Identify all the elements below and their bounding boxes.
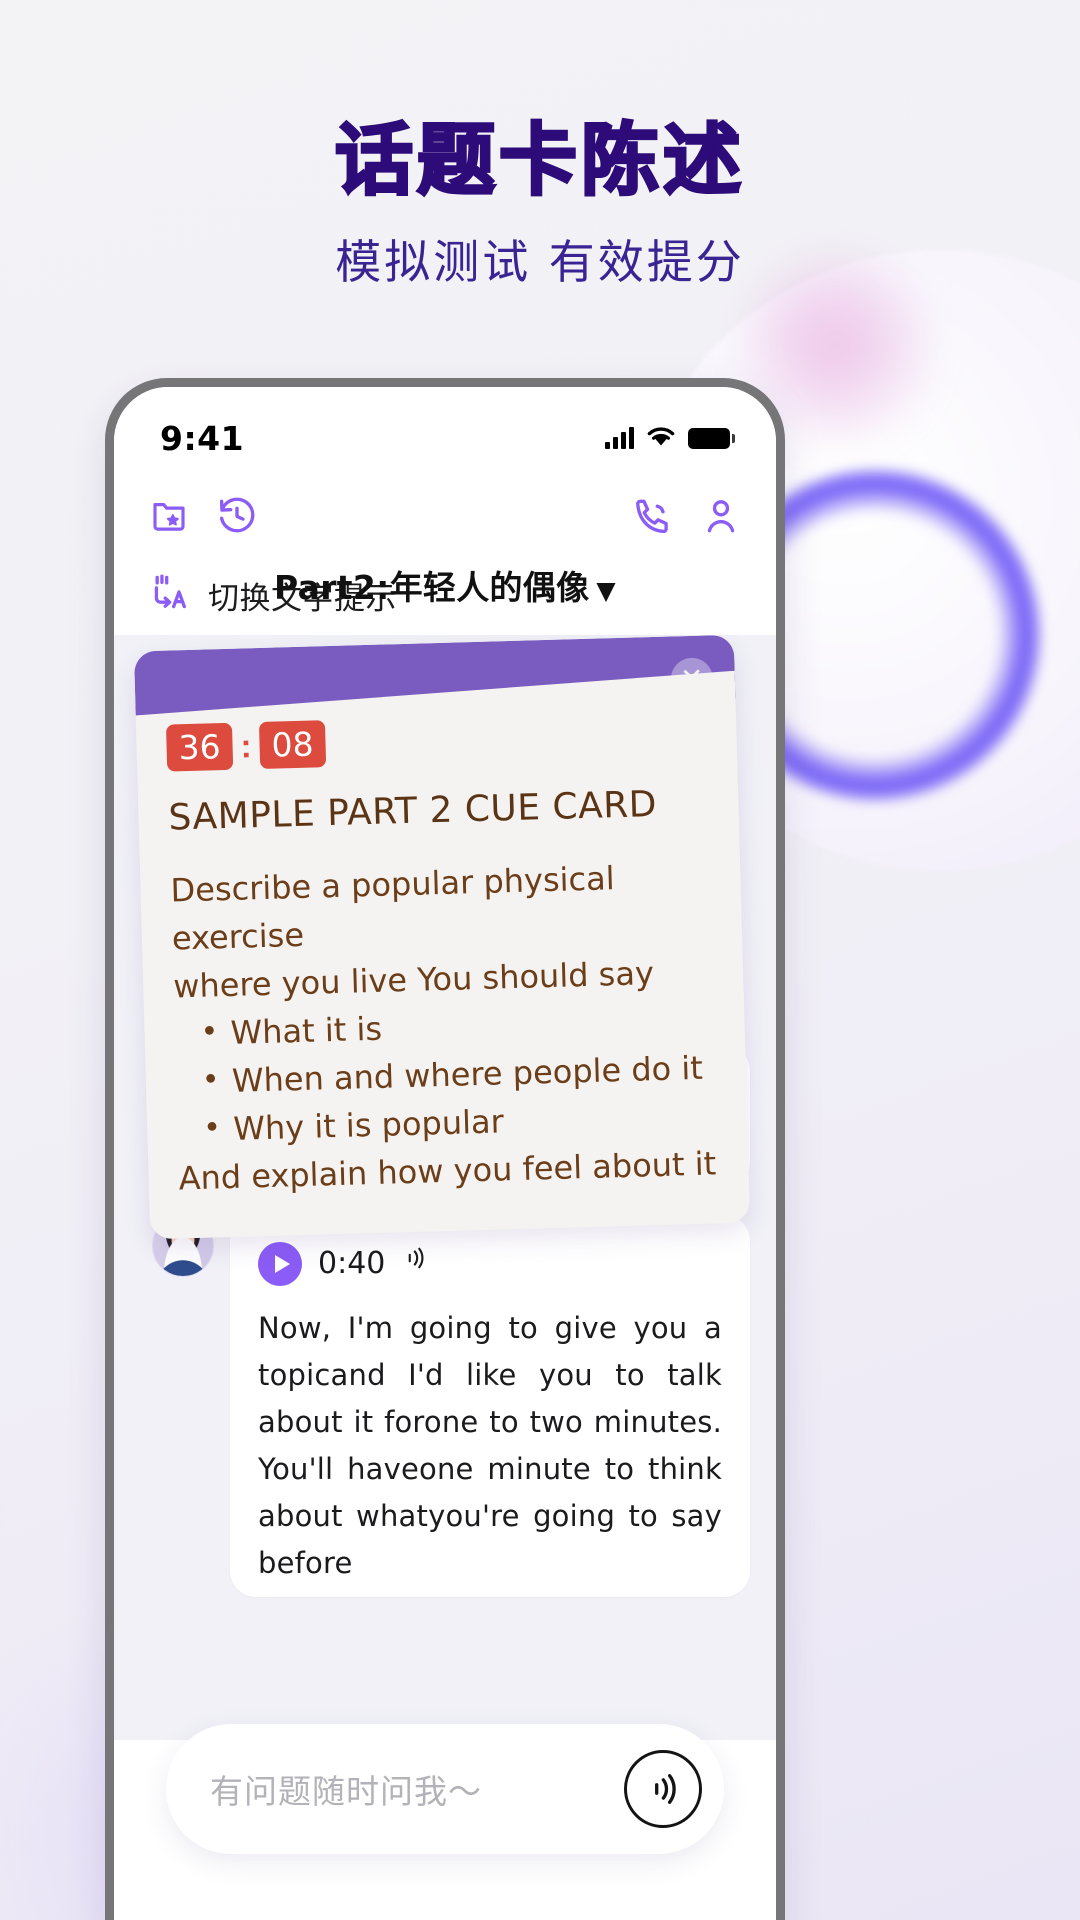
promo-subtitle: 模拟测试 有效提分: [335, 235, 745, 289]
play-icon[interactable]: [258, 1242, 302, 1286]
chat-area: 逐渐调整练习计划，请问我该怎么称呼你？ 0:40: [114, 635, 776, 1740]
history-clock-icon[interactable]: [216, 495, 258, 542]
cue-card-timer: 36 : 08: [166, 710, 707, 772]
phone-screen: 9:41 Part2:年轻人的偶像 ▼ 切换文字提示 0:40 Now, I'm…: [114, 387, 776, 1920]
folder-star-icon[interactable]: [148, 495, 190, 542]
user-profile-icon[interactable]: [700, 495, 742, 542]
phone-call-icon[interactable]: [632, 495, 674, 542]
voice-wave-icon[interactable]: [624, 1750, 702, 1828]
navbar-wrapper: Part2:年轻人的偶像 ▼: [114, 475, 776, 607]
cue-card-title: SAMPLE PART 2 CUE CARD: [168, 783, 658, 839]
cue-card-content: Describe a popular physical exercise whe…: [170, 851, 719, 1202]
search-input[interactable]: 有问题随时问我～: [210, 1765, 624, 1813]
promo-title: 话题卡陈述: [333, 116, 745, 206]
chat-bubble-audio: 0:40 Now, I'm going to give you a topica…: [230, 1215, 750, 1597]
cue-card: ✕ 36 : 08 SAMPLE PART 2 CUE CARD Describ…: [133, 635, 751, 1240]
switch-text-hint-icon[interactable]: [148, 571, 192, 620]
timer-separator: :: [240, 726, 253, 765]
phone-mockup: 9:41 Part2:年轻人的偶像 ▼ 切换文字提示 0:40 Now, I'm…: [105, 378, 785, 1920]
navbar-right-actions: [632, 495, 742, 542]
navbar: [114, 475, 776, 561]
audio-player[interactable]: 0:40: [258, 1241, 722, 1287]
cue-card-bullet-list: What it is When and where people do it W…: [192, 995, 718, 1154]
message-input-bar[interactable]: 有问题随时问我～: [166, 1724, 724, 1854]
hint-toolbar-label: 切换文字提示: [208, 580, 397, 617]
timer-seconds: 08: [259, 720, 326, 769]
hint-toolbar[interactable]: 切换文字提示: [114, 561, 776, 635]
cue-card-intro-line-1: Describe a popular physical exercise: [170, 859, 616, 958]
message-row-audio: 0:40 Now, I'm going to give you a topica…: [114, 1215, 776, 1597]
navbar-left-actions: [148, 495, 258, 542]
status-time: 9:41: [160, 418, 245, 458]
speaker-wave-icon[interactable]: [401, 1241, 431, 1287]
status-bar: 9:41: [114, 387, 776, 475]
battery-full-icon: [688, 427, 735, 449]
wifi-icon: [646, 424, 676, 452]
audio-transcript: Now, I'm going to give you a topicand I'…: [258, 1311, 722, 1580]
timer-minutes: 36: [166, 723, 233, 772]
cue-card-body: 36 : 08 SAMPLE PART 2 CUE CARD Describe …: [135, 671, 750, 1240]
cellular-bars-icon: [605, 427, 634, 449]
status-icons: [605, 424, 735, 452]
audio-duration: 0:40: [318, 1246, 386, 1281]
